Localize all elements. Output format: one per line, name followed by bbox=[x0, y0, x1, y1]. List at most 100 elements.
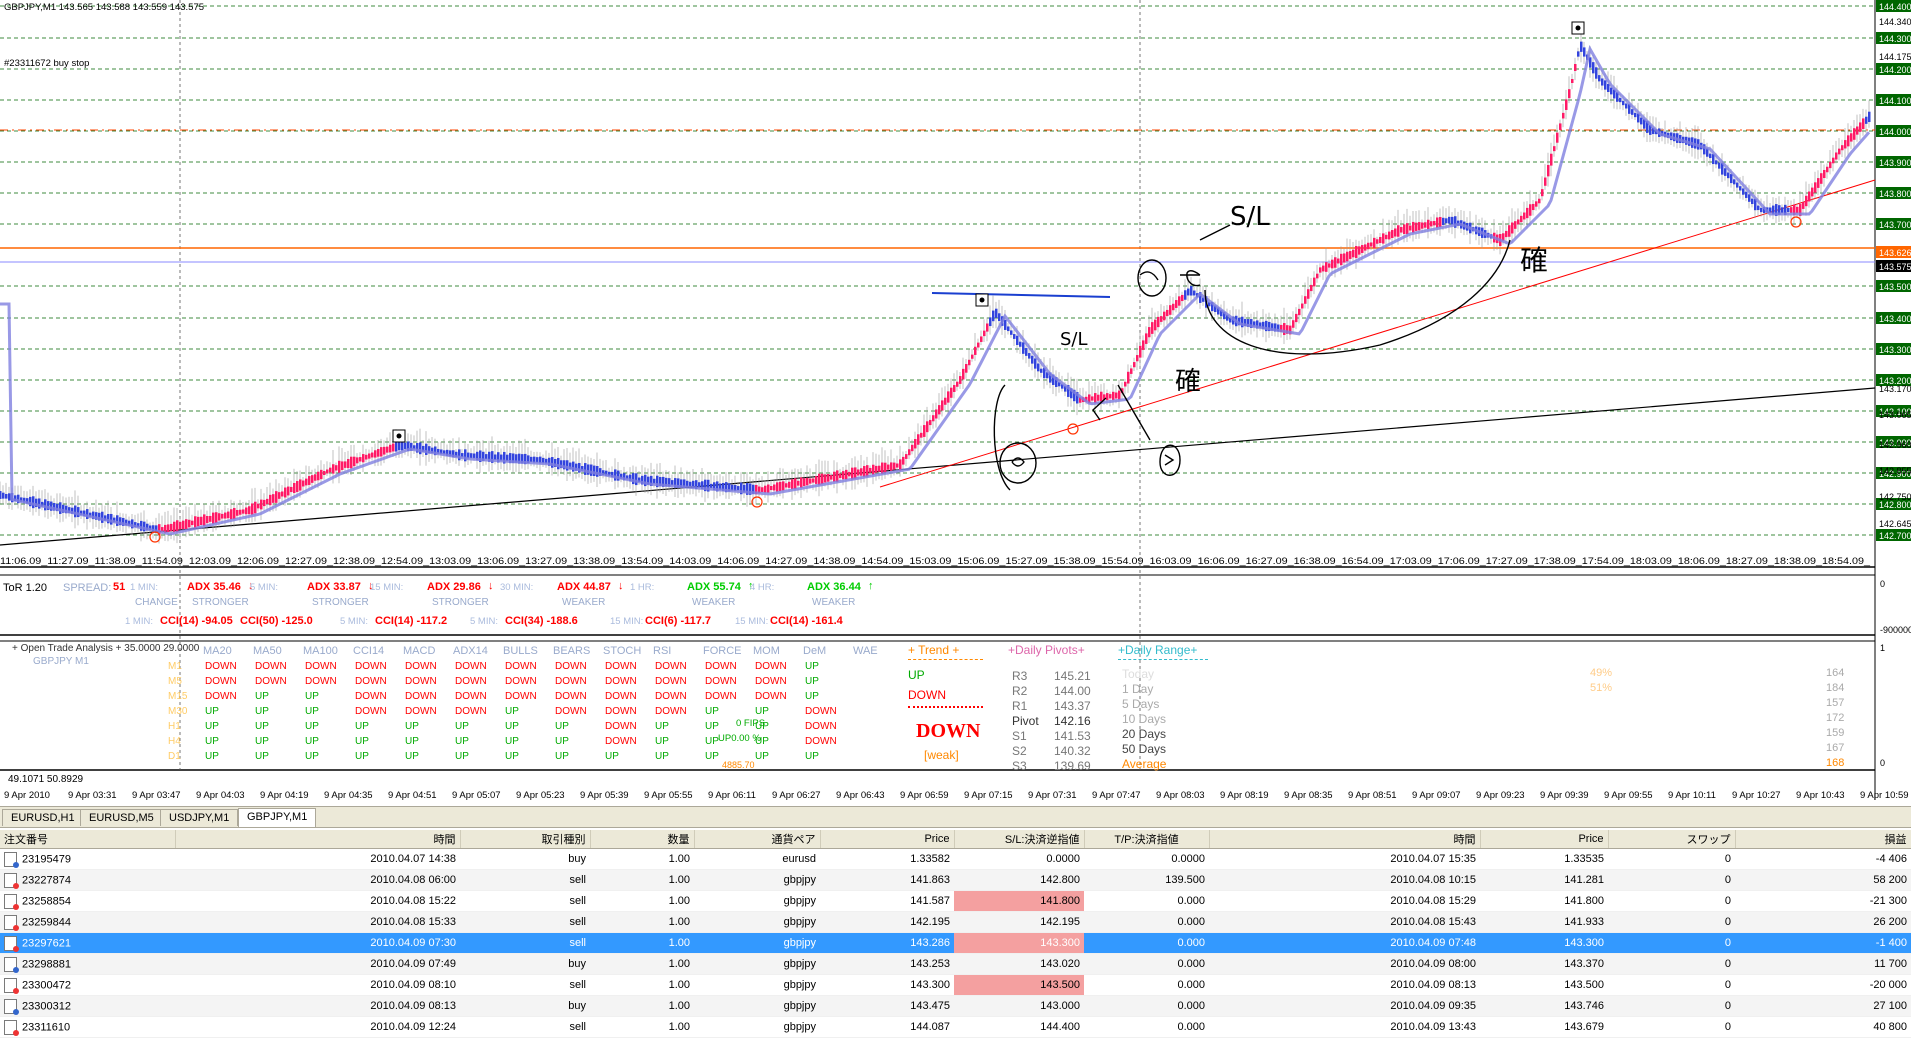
ota-column-header: WAE bbox=[853, 645, 878, 657]
order-row[interactable]: 23300472 2010.04.09 08:10 sell 1.00 gbpjpy 14… bbox=[0, 974, 1911, 996]
column-header[interactable]: 通貨ペア bbox=[694, 830, 821, 849]
order-row[interactable]: 23195479 2010.04.07 14:38 buy 1.00 eurusd 1.3… bbox=[0, 848, 1911, 870]
column-header[interactable]: Price bbox=[820, 830, 955, 849]
chart-header: GBPJPY,M1 143.565 143.588 143.559 143.57… bbox=[4, 2, 204, 13]
chart-tab-bar: EURUSD,H1 EURUSD,M5 USDJPY,M1 GBPJPY,M1 bbox=[0, 806, 1911, 828]
column-header[interactable]: T/P:決済指値 bbox=[1084, 830, 1210, 849]
chart-tab[interactable]: GBPJPY,M1 bbox=[238, 808, 317, 827]
ota-signal-cell: UP bbox=[305, 691, 319, 702]
ota-signal-cell: DOWN bbox=[355, 706, 387, 717]
order-row[interactable]: 23258854 2010.04.08 15:22 sell 1.00 gbpjpy 14… bbox=[0, 890, 1911, 912]
fips-pct: UP0.00 % bbox=[718, 733, 761, 744]
column-header[interactable]: 数量 bbox=[590, 830, 695, 849]
order-tp: 0.000 bbox=[1084, 890, 1209, 912]
ota-row-timeframe: H4 bbox=[168, 736, 181, 747]
ota-signal-cell: DOWN bbox=[255, 676, 287, 687]
pivot-name: R1 bbox=[1012, 699, 1028, 713]
time-axis-label: 9 Apr 06:11 bbox=[708, 790, 756, 800]
ota-signal-cell: DOWN bbox=[455, 661, 487, 672]
ota-signal-cell: UP bbox=[705, 736, 719, 747]
time-axis-label: 9 Apr 09:23 bbox=[1476, 790, 1525, 800]
price-label-box: 143.575 bbox=[1876, 260, 1911, 272]
adx-state: WEAKER bbox=[812, 597, 856, 608]
order-sl: 144.400 bbox=[954, 1016, 1084, 1038]
ota-signal-cell: DOWN bbox=[655, 691, 687, 702]
order-open: 2010.04.09 08:10 bbox=[175, 974, 460, 996]
order-price: 143.253 bbox=[820, 953, 954, 975]
ota-signal-cell: UP bbox=[655, 751, 669, 762]
order-id: 23311610 bbox=[22, 1020, 71, 1033]
order-row[interactable]: 23227874 2010.04.08 06:00 sell 1.00 gbpjpy 14… bbox=[0, 869, 1911, 891]
ota-signal-cell: DOWN bbox=[205, 691, 237, 702]
order-tp: 0.000 bbox=[1084, 911, 1209, 933]
ota-symbol: GBPJPY M1 bbox=[33, 656, 89, 667]
ota-title: + Open Trade Analysis + 35.0000 29.0000 bbox=[12, 643, 200, 654]
column-header[interactable]: 時間 bbox=[1209, 830, 1481, 849]
range-name: 5 Days bbox=[1122, 697, 1160, 711]
ota-row-timeframe: M5 bbox=[168, 676, 182, 687]
order-id: 23297621 bbox=[22, 936, 71, 949]
column-header[interactable]: 損益 bbox=[1735, 830, 1911, 849]
column-header[interactable]: S/L:決済逆指値 bbox=[954, 830, 1085, 849]
order-type: sell bbox=[460, 974, 590, 996]
ota-signal-cell: UP bbox=[805, 676, 819, 687]
ota-signal-cell: DOWN bbox=[355, 661, 387, 672]
order-row[interactable]: 23297621 2010.04.09 07:30 sell 1.00 gbpjpy 14… bbox=[0, 932, 1911, 954]
chart-area[interactable]: 144.400 144.300 144.200 144.100 144.000 143.9… bbox=[0, 0, 1911, 801]
order-lots: 1.00 bbox=[590, 1016, 694, 1038]
ota-signal-cell: DOWN bbox=[605, 676, 637, 687]
time-axis-label: 9 Apr 2010 bbox=[4, 790, 50, 800]
spread-value: 51 bbox=[113, 581, 126, 593]
order-sym: gbpjpy bbox=[694, 932, 820, 954]
price-axis-tick: 144.175 bbox=[1879, 52, 1911, 62]
svg-text:143.500: 143.500 bbox=[1879, 282, 1911, 292]
price-label-box: 143.800 bbox=[1876, 187, 1911, 199]
ota-signal-cell: DOWN bbox=[505, 691, 537, 702]
pivot-value: 139.69 bbox=[1054, 759, 1091, 773]
adx-value: ADX 29.86 bbox=[427, 581, 481, 593]
ota-signal-cell: DOWN bbox=[805, 706, 837, 717]
adx-timeframe: 1 HR: bbox=[630, 582, 655, 593]
column-header[interactable]: 注文番号 bbox=[0, 830, 176, 849]
order-history-table: 注文番号 時間 取引種別 数量 通貨ペア Price S/L:決済逆指値 T/P:決済指値 時間… bbox=[0, 830, 1911, 1045]
cci-value: CCI(6) -117.7 bbox=[645, 615, 712, 627]
order-row[interactable]: 23311610 2010.04.09 12:24 sell 1.00 gbpjpy 14… bbox=[0, 1016, 1911, 1038]
cci-timeframe: 5 MIN: bbox=[340, 616, 368, 627]
order-cprice: 143.300 bbox=[1480, 932, 1608, 954]
ota-signal-cell: DOWN bbox=[555, 676, 587, 687]
order-row[interactable]: 23300312 2010.04.09 08:13 buy 1.00 gbpjpy 143… bbox=[0, 995, 1911, 1017]
adx-timeframe: 1 MIN: bbox=[130, 582, 158, 593]
order-tp: 0.000 bbox=[1084, 1016, 1209, 1038]
handwritten-sl-2: S/L bbox=[1060, 329, 1088, 350]
spread-label: SPREAD: bbox=[63, 582, 112, 594]
order-tp: 0.0000 bbox=[1084, 848, 1209, 870]
adx-value: ADX 55.74 bbox=[687, 581, 741, 593]
column-header[interactable]: 取引種別 bbox=[460, 830, 591, 849]
order-open: 2010.04.07 14:38 bbox=[175, 848, 460, 870]
ota-signal-cell: UP bbox=[705, 721, 719, 732]
order-close: 2010.04.09 07:48 bbox=[1209, 932, 1480, 954]
chart-tab[interactable]: EURUSD,H1 bbox=[2, 809, 84, 826]
time-axis-label: 9 Apr 10:11 bbox=[1668, 790, 1716, 800]
column-header[interactable]: スワップ bbox=[1608, 830, 1736, 849]
column-header[interactable]: Price bbox=[1480, 830, 1609, 849]
chart-tab[interactable]: EURUSD,M5 bbox=[80, 809, 163, 826]
order-type: buy bbox=[460, 848, 590, 870]
order-row[interactable]: 23298881 2010.04.09 07:49 buy 1.00 gbpjpy 143… bbox=[0, 953, 1911, 975]
pivot-name: R2 bbox=[1012, 684, 1028, 698]
price-axis-tick: 142.960 bbox=[1879, 440, 1911, 450]
order-cprice: 1.33535 bbox=[1480, 848, 1608, 870]
ota-signal-cell: UP bbox=[555, 736, 569, 747]
ota-signal-cell: DOWN bbox=[755, 691, 787, 702]
time-axis-label: 9 Apr 05:23 bbox=[516, 790, 565, 800]
ota-signal-cell: UP bbox=[555, 751, 569, 762]
column-header[interactable]: 時間 bbox=[175, 830, 461, 849]
order-row[interactable]: 23259844 2010.04.08 15:33 sell 1.00 gbpjpy 14… bbox=[0, 911, 1911, 933]
order-sym: gbpjpy bbox=[694, 1016, 820, 1038]
ota-signal-cell: UP bbox=[205, 721, 219, 732]
order-type-icon bbox=[4, 977, 19, 994]
ota-signal-cell: UP bbox=[505, 736, 519, 747]
order-sl: 142.195 bbox=[954, 911, 1084, 933]
order-sym: gbpjpy bbox=[694, 890, 820, 912]
chart-tab[interactable]: USDJPY,M1 bbox=[160, 809, 239, 826]
